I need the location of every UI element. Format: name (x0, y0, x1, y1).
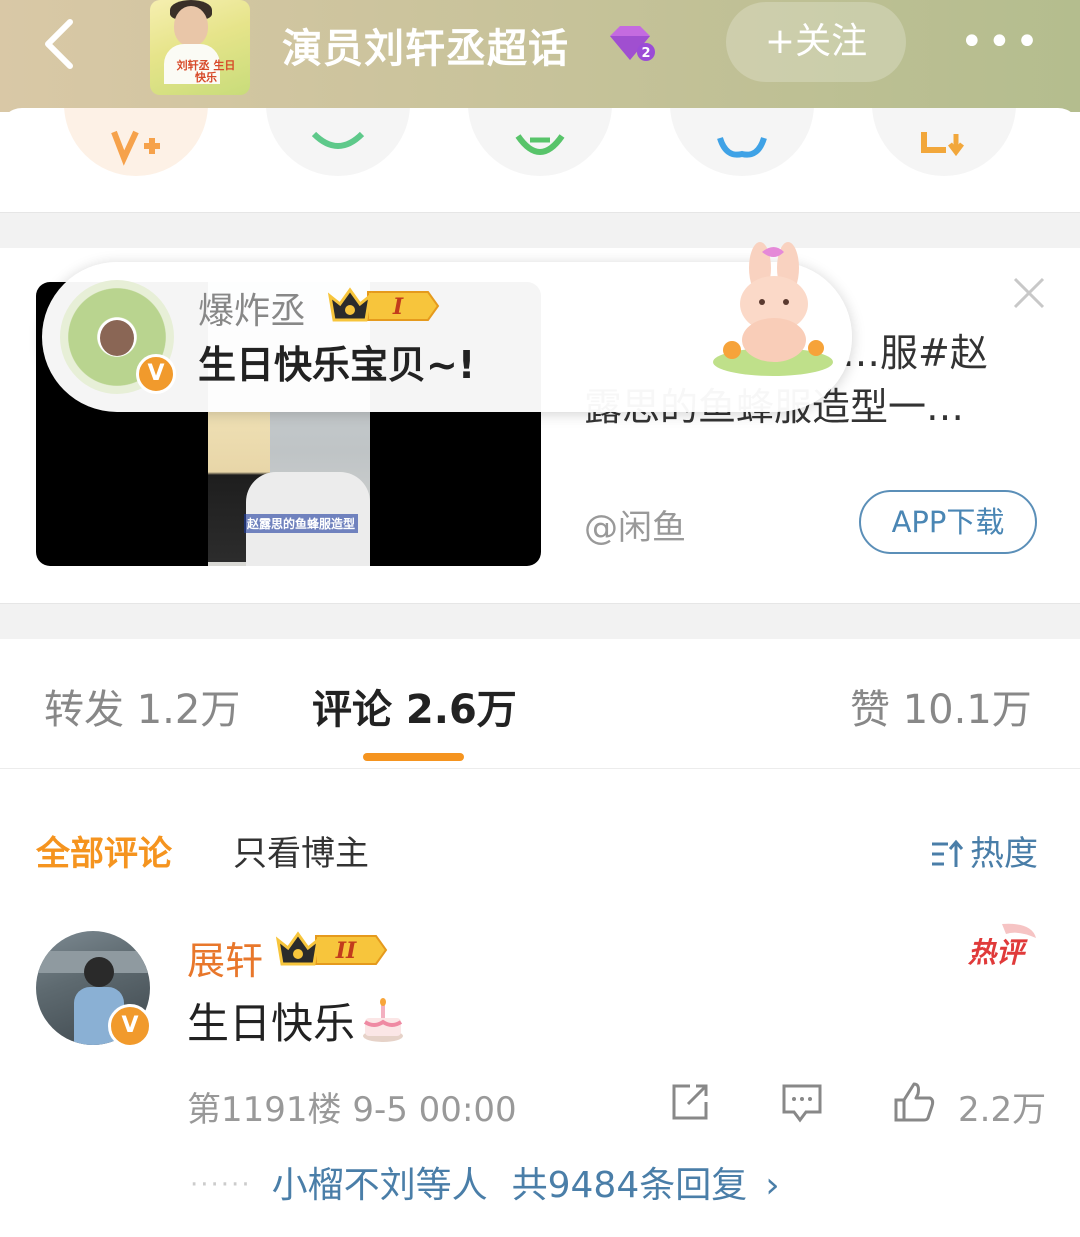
checkin-icon[interactable] (64, 108, 208, 176)
svg-text:II: II (335, 938, 357, 964)
app-download-button[interactable]: APP下载 (859, 490, 1037, 554)
tab-likes[interactable]: 赞 10.1万 (850, 677, 1032, 735)
supertopic-action-strip (0, 108, 1080, 212)
sort-by-heat[interactable]: 热度 (930, 826, 1038, 875)
reply-authors: 小榴不刘等人 (271, 1165, 488, 1206)
download-folder-icon[interactable] (872, 108, 1016, 176)
reply-icon[interactable] (780, 1080, 824, 1124)
cover-caption: 刘轩丞 生日快乐 (176, 59, 236, 84)
weibo-post-page: 刘轩丞 生日快乐 演员刘轩丞超话 2 +关注 ••• 赵露思的鱼蜂服造型 …服#… (0, 0, 1080, 1237)
sort-icon (932, 839, 964, 867)
bubble-username[interactable]: 爆炸丞 (198, 282, 306, 334)
page-title[interactable]: 演员刘轩丞超话 (282, 16, 569, 74)
more-options-icon[interactable]: ••• (960, 20, 1039, 64)
aperture-icon[interactable] (468, 108, 612, 176)
verified-icon: V (108, 1004, 152, 1048)
share-icon[interactable] (668, 1080, 712, 1124)
chevron-right-icon: › (765, 1165, 780, 1206)
like-count: 2.2万 (958, 1090, 1047, 1130)
like-icon[interactable] (892, 1080, 936, 1124)
verified-icon: V (136, 354, 176, 394)
top-nav-bar: 刘轩丞 生日快乐 演员刘轩丞超话 2 +关注 ••• (0, 0, 1080, 112)
comment-text: 生日快乐 (187, 990, 407, 1051)
interaction-tabs: 转发 1.2万 评论 2.6万 赞 10.1万 (0, 639, 1080, 769)
fan-level-badge-icon: II (276, 931, 388, 966)
section-divider (0, 212, 1080, 248)
filter-all-comments[interactable]: 全部评论 (36, 826, 172, 875)
video-subtitle: 赵露思的鱼蜂服造型 (244, 514, 359, 533)
close-icon[interactable] (1012, 276, 1046, 310)
active-tab-indicator (363, 753, 464, 761)
bubble-message: 生日快乐宝贝~! (198, 343, 476, 387)
filter-host-only[interactable]: 只看博主 (233, 826, 369, 875)
reply-total: 共9484条回复 (511, 1165, 748, 1206)
fan-level-badge-icon: I (328, 287, 440, 322)
gem-level-icon: 2 (606, 24, 656, 64)
tab-comments[interactable]: 评论 2.6万 (312, 677, 517, 735)
svg-text:热评: 热评 (967, 936, 1028, 969)
svg-text:I: I (392, 294, 404, 320)
sort-label: 热度 (970, 834, 1038, 874)
supertopic-cover-image[interactable]: 刘轩丞 生日快乐 (150, 0, 250, 95)
chat-icon[interactable] (266, 108, 410, 176)
follow-button[interactable]: +关注 (726, 2, 906, 82)
avatar[interactable]: V (60, 280, 176, 394)
cloud-icon[interactable] (670, 108, 814, 176)
tab-reposts[interactable]: 转发 1.2万 (44, 677, 240, 735)
cake-emoji-icon (363, 998, 404, 1042)
comment-meta: 第1191楼 9-5 00:00 (187, 1090, 517, 1130)
svg-text:2: 2 (641, 46, 650, 61)
bunny-sticker-icon (713, 242, 833, 376)
comment-body: 生日快乐 (187, 999, 356, 1048)
view-replies-link[interactable]: ······ 小榴不刘等人 共9484条回复 › (190, 1156, 780, 1208)
comment-username[interactable]: 展轩 (187, 930, 263, 985)
ad-source: @闲鱼 (584, 508, 686, 548)
section-divider (0, 603, 1080, 639)
hot-comment-tag: 热评 (967, 923, 1036, 969)
back-icon[interactable] (36, 14, 86, 74)
reply-dots-icon: ······ (190, 1170, 252, 1200)
